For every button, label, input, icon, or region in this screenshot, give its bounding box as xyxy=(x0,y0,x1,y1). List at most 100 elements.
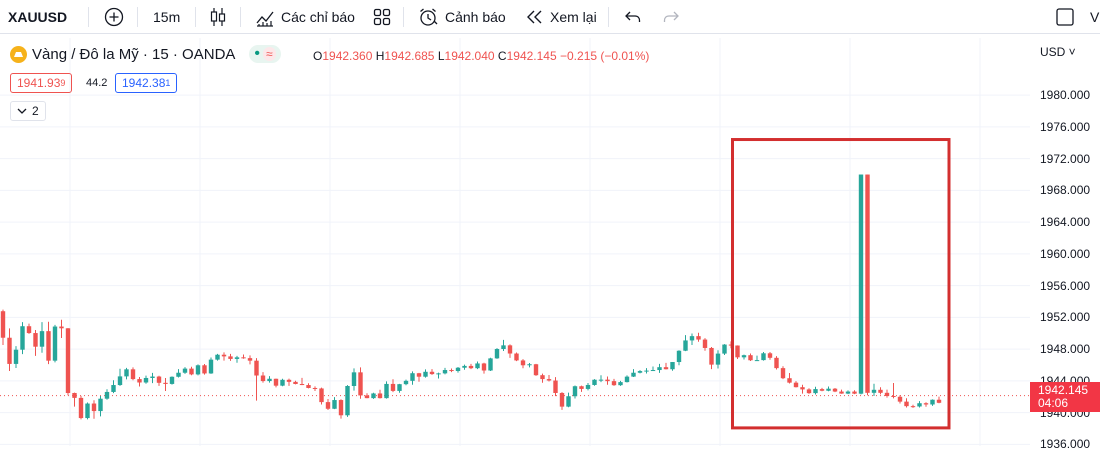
candle-up xyxy=(657,367,662,371)
candle-up xyxy=(858,174,864,394)
candle-down xyxy=(377,393,383,399)
y-tick-label: 1964.000 xyxy=(1040,215,1091,230)
candle-down xyxy=(163,382,168,384)
replay-label: Xem lại xyxy=(550,8,597,25)
redo-button[interactable] xyxy=(662,0,680,33)
candle-down xyxy=(553,380,558,393)
symbol-search-button[interactable]: XAUUSD xyxy=(8,0,67,33)
candle-down xyxy=(254,360,259,376)
candle-up xyxy=(715,353,721,365)
candle-down xyxy=(228,356,233,359)
indicators-collapse-button[interactable]: 2 xyxy=(10,101,46,121)
candle-up xyxy=(234,357,240,359)
candle-down xyxy=(546,379,552,381)
candle-up xyxy=(332,400,337,409)
currency-label: USD xyxy=(1040,45,1066,59)
candle-up xyxy=(423,371,428,377)
candle-up xyxy=(384,383,389,399)
candle-down xyxy=(306,385,311,388)
change-value: −0.215 (−0.01%) xyxy=(560,49,650,63)
candle-down xyxy=(878,389,883,393)
candle-up xyxy=(20,326,25,350)
candle-down xyxy=(65,328,71,393)
candle-up xyxy=(280,379,285,386)
market-status[interactable]: • ≈ xyxy=(249,45,281,63)
redo-icon xyxy=(663,11,679,22)
candle-down xyxy=(910,406,916,408)
buy-price-button[interactable]: 1942.38 1 xyxy=(115,73,178,93)
ask-price-fraction: 1 xyxy=(165,78,171,88)
bid-price: 1941.93 xyxy=(17,76,61,90)
candle-up xyxy=(195,365,201,375)
grid-lines xyxy=(0,38,1030,446)
candle-down xyxy=(507,345,513,354)
market-open-dot-icon: • xyxy=(254,45,261,62)
candle-up xyxy=(371,393,376,399)
undo-button[interactable] xyxy=(624,0,642,33)
candle-up xyxy=(566,396,571,407)
candle-down xyxy=(91,403,97,412)
candle-down xyxy=(806,389,812,394)
candle-up xyxy=(117,376,123,386)
alerts-button[interactable]: Cảnh báo xyxy=(418,0,506,33)
interval-button[interactable]: 15m xyxy=(153,0,180,33)
candle-down xyxy=(0,311,6,338)
candle-up xyxy=(143,377,149,383)
candle-down xyxy=(26,326,32,334)
candle-down xyxy=(514,353,519,361)
candle-up xyxy=(98,398,103,412)
candle-down xyxy=(780,368,786,379)
candle-down xyxy=(325,402,331,409)
chart-plot[interactable] xyxy=(0,38,1030,446)
candle-down xyxy=(904,401,909,407)
indicator-count: 2 xyxy=(32,104,39,118)
sell-price-button[interactable]: 1941.93 9 xyxy=(10,73,73,93)
indicators-button[interactable]: Các chỉ báo xyxy=(255,0,355,33)
candle-down xyxy=(767,353,773,358)
candle-up xyxy=(462,365,467,368)
candle-down xyxy=(189,368,194,375)
alarm-clock-icon xyxy=(420,8,438,26)
replay-button[interactable]: Xem lại xyxy=(526,0,597,33)
y-tick-label: 1976.000 xyxy=(1040,119,1091,134)
candle-up xyxy=(403,380,409,385)
candle-up xyxy=(917,403,922,407)
close-value: 1942.145 xyxy=(506,49,557,63)
candle-down xyxy=(832,388,838,392)
candle-down xyxy=(33,333,38,347)
candle-down xyxy=(78,397,84,419)
candle-up xyxy=(150,376,155,378)
layouts-button[interactable] xyxy=(373,0,391,33)
fullscreen-checkbox[interactable] xyxy=(1056,0,1074,33)
candle-down xyxy=(819,389,825,391)
candle-up xyxy=(410,373,415,381)
candle-down xyxy=(46,331,51,361)
low-value: 1942.040 xyxy=(444,49,495,63)
candle-down xyxy=(241,357,246,359)
candle-down xyxy=(579,386,584,389)
compare-button[interactable] xyxy=(104,0,124,33)
candle-up xyxy=(52,326,58,361)
candle-up xyxy=(267,378,272,382)
candle-down xyxy=(202,365,207,374)
currency-selector[interactable]: USD ˅ xyxy=(1040,45,1076,59)
gold-logo-icon xyxy=(10,45,27,63)
toolbar-divider xyxy=(403,7,404,27)
chart-type-button[interactable] xyxy=(209,0,227,33)
candle-down xyxy=(709,347,714,365)
candle-up xyxy=(455,367,461,371)
y-tick-label: 1980.000 xyxy=(1040,88,1091,103)
y-tick-label: 1936.000 xyxy=(1040,437,1091,451)
symbol-legend[interactable]: Vàng / Đô la Mỹ · 15 · OANDA • ≈ xyxy=(10,45,281,63)
rewind-icon xyxy=(527,10,542,23)
toolbar-divider xyxy=(137,7,138,27)
candle-up xyxy=(208,359,214,374)
candle-up xyxy=(176,372,181,377)
candle-down xyxy=(72,392,77,398)
candle-up xyxy=(572,386,578,397)
candle-up xyxy=(442,370,448,374)
high-value: 1942.685 xyxy=(384,49,435,63)
chevron-down-icon xyxy=(17,108,27,114)
candle-up xyxy=(826,388,831,391)
candle-down xyxy=(520,360,526,366)
